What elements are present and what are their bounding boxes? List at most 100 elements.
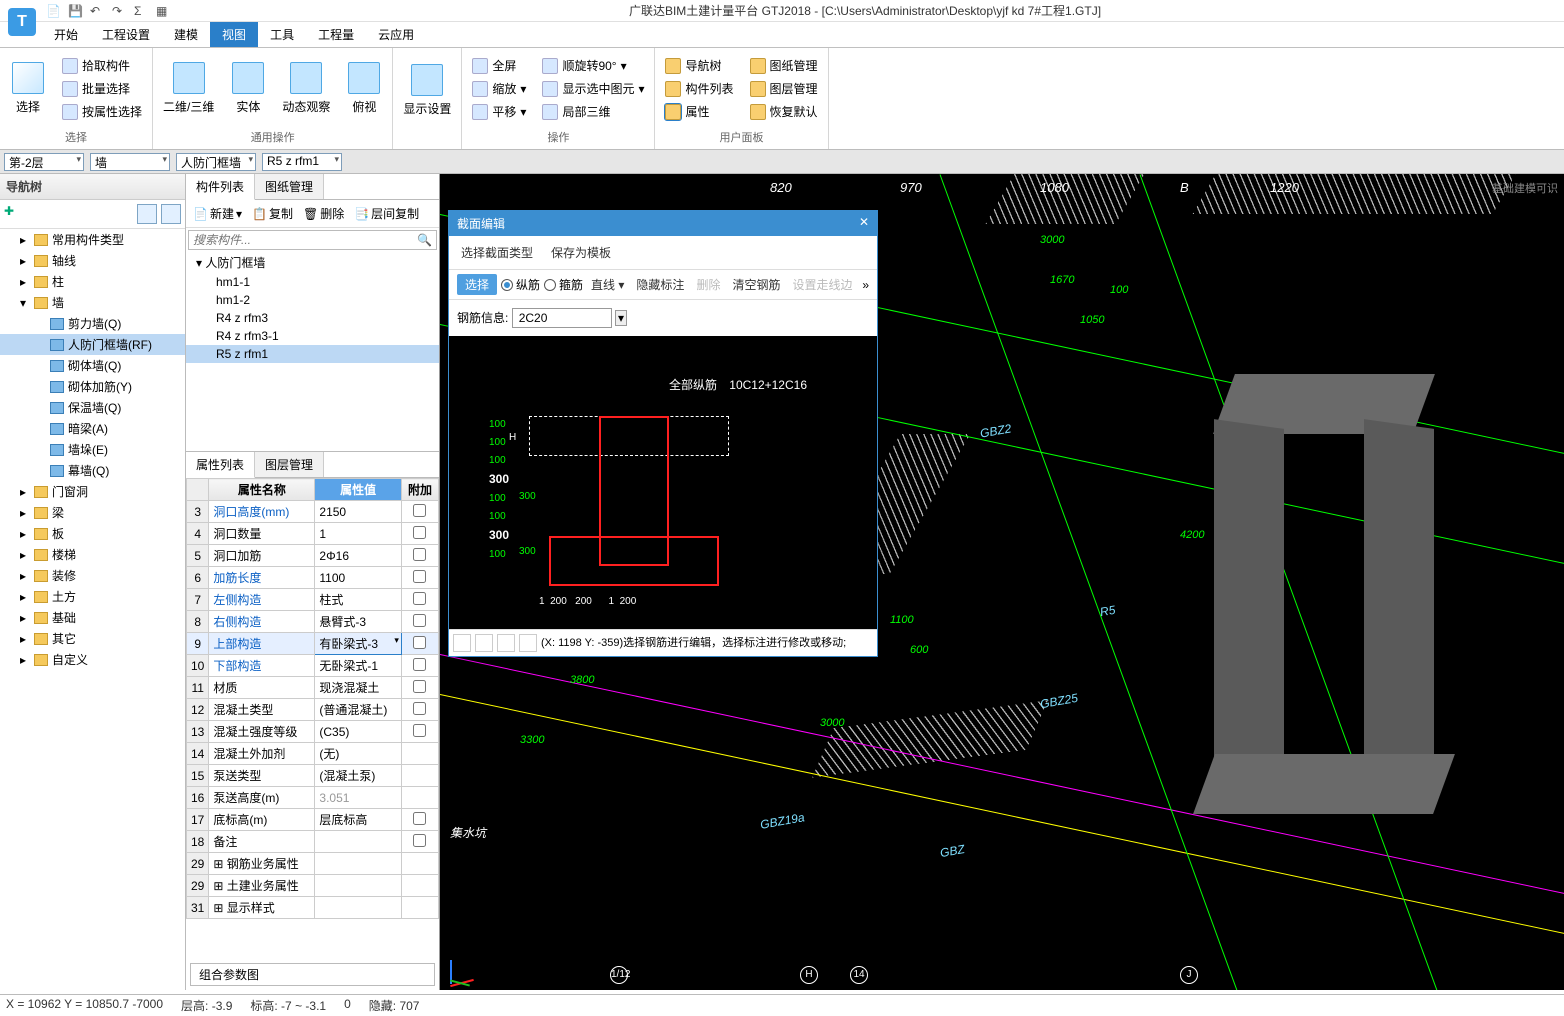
expand-icon[interactable]: ▸: [20, 254, 30, 268]
tree-row[interactable]: ▸自定义: [0, 649, 185, 670]
expand-icon[interactable]: ▸: [20, 275, 30, 289]
snap-perp-icon[interactable]: [497, 634, 515, 652]
prop-value[interactable]: 3.051: [315, 787, 402, 809]
tree-row[interactable]: 砌体墙(Q): [0, 355, 185, 376]
prop-name[interactable]: 洞口高度(mm): [209, 501, 315, 523]
prop-add-checkbox[interactable]: [413, 614, 426, 627]
prop-add-checkbox[interactable]: [413, 570, 426, 583]
qat-new-icon[interactable]: 📄: [46, 4, 60, 18]
menu-model[interactable]: 建模: [162, 22, 210, 47]
prop-add-checkbox[interactable]: [413, 702, 426, 715]
layer-copy-button[interactable]: 📑 层间复制: [350, 203, 423, 224]
save-template-button[interactable]: 保存为模板: [547, 242, 615, 263]
solid-button[interactable]: 实体: [226, 58, 270, 119]
prop-name[interactable]: 混凝土类型: [209, 699, 315, 721]
chevron-right-icon[interactable]: »: [862, 278, 869, 292]
hide-annot-button[interactable]: 隐藏标注: [632, 274, 688, 295]
prop-name[interactable]: ⊞ 显示样式: [209, 897, 315, 919]
search-input[interactable]: 🔍: [188, 230, 437, 250]
prop-name[interactable]: 洞口数量: [209, 523, 315, 545]
prop-name[interactable]: 右侧构造: [209, 611, 315, 633]
tree-row[interactable]: ▸楼梯: [0, 544, 185, 565]
prop-value[interactable]: 层底标高: [315, 809, 402, 831]
tree-row[interactable]: ▸门窗洞: [0, 481, 185, 502]
menu-quantity[interactable]: 工程量: [306, 22, 366, 47]
tab-props[interactable]: 属性列表: [186, 452, 255, 478]
prop-value[interactable]: [315, 897, 402, 919]
prop-name[interactable]: 混凝土外加剂: [209, 743, 315, 765]
prop-add-checkbox[interactable]: [413, 592, 426, 605]
tree-row[interactable]: 暗梁(A): [0, 418, 185, 439]
prop-name[interactable]: 泵送类型: [209, 765, 315, 787]
nav-view-list-icon[interactable]: [137, 204, 157, 224]
rotate90-button[interactable]: 顺旋转90° ▾: [538, 55, 648, 76]
tree-row[interactable]: ▸常用构件类型: [0, 229, 185, 250]
tree-row[interactable]: ▸其它: [0, 628, 185, 649]
list-item[interactable]: R4 z rfm3-1: [186, 327, 439, 345]
qat-sum-icon[interactable]: Σ: [134, 4, 148, 18]
copy-button[interactable]: 📋 复制: [248, 203, 297, 224]
prop-value[interactable]: (普通混凝土): [315, 699, 402, 721]
pick-element-button[interactable]: 拾取构件: [58, 55, 146, 76]
nav-view-grid-icon[interactable]: [161, 204, 181, 224]
prop-value[interactable]: 2Φ16: [315, 545, 402, 567]
clear-rebar-button[interactable]: 清空钢筋: [728, 274, 784, 295]
prop-name[interactable]: 材质: [209, 677, 315, 699]
prop-value[interactable]: 2150: [315, 501, 402, 523]
qat-redo-icon[interactable]: ↷: [112, 4, 126, 18]
layer-mgr-button[interactable]: 图层管理: [746, 78, 822, 99]
expand-icon[interactable]: ▸: [20, 233, 30, 247]
instance-combo[interactable]: R5 z rfm1: [262, 153, 342, 171]
prop-add-checkbox[interactable]: [413, 504, 426, 517]
menu-tools[interactable]: 工具: [258, 22, 306, 47]
display-settings-button[interactable]: 显示设置: [399, 60, 455, 121]
prop-value[interactable]: 现浇混凝土: [315, 677, 402, 699]
prop-value[interactable]: 1100: [315, 567, 402, 589]
list-item[interactable]: hm1-2: [186, 291, 439, 309]
prop-name[interactable]: 下部构造: [209, 655, 315, 677]
prop-name[interactable]: ⊞ 土建业务属性: [209, 875, 315, 897]
tree-row[interactable]: 幕墙(Q): [0, 460, 185, 481]
prop-name[interactable]: ⊞ 钢筋业务属性: [209, 853, 315, 875]
search-icon[interactable]: 🔍: [417, 233, 432, 247]
prop-value[interactable]: (C35): [315, 721, 402, 743]
prop-name[interactable]: 上部构造: [209, 633, 315, 655]
expand-icon[interactable]: ▸: [20, 485, 30, 499]
menu-start[interactable]: 开始: [42, 22, 90, 47]
pan-button[interactable]: 平移 ▾: [468, 101, 530, 122]
snap-mid-icon[interactable]: [475, 634, 493, 652]
restore-default-button[interactable]: 恢复默认: [746, 101, 822, 122]
prop-name[interactable]: 左侧构造: [209, 589, 315, 611]
prop-add-checkbox[interactable]: [413, 658, 426, 671]
menu-cloud[interactable]: 云应用: [366, 22, 426, 47]
prop-value[interactable]: 柱式: [315, 589, 402, 611]
local3d-button[interactable]: 局部三维: [538, 101, 648, 122]
tree-row[interactable]: ▸柱: [0, 271, 185, 292]
tree-row[interactable]: 人防门框墙(RF): [0, 334, 185, 355]
expand-icon[interactable]: ▸: [20, 548, 30, 562]
prop-name[interactable]: 泵送高度(m): [209, 787, 315, 809]
prop-add-checkbox[interactable]: [413, 548, 426, 561]
zoom-button[interactable]: 缩放 ▾: [468, 78, 530, 99]
prop-add-checkbox[interactable]: [413, 636, 426, 649]
snap-endpoint-icon[interactable]: [453, 634, 471, 652]
list-item[interactable]: R5 z rfm1: [186, 345, 439, 363]
radio-longitudinal[interactable]: 纵筋: [501, 276, 540, 293]
tree-row[interactable]: ▸轴线: [0, 250, 185, 271]
tree-row[interactable]: ▸装修: [0, 565, 185, 586]
col-name[interactable]: 属性名称: [209, 479, 315, 501]
menu-view[interactable]: 视图: [210, 22, 258, 47]
prop-value[interactable]: (无): [315, 743, 402, 765]
delete-button[interactable]: 🗑 删除: [299, 203, 348, 224]
prop-name[interactable]: 洞口加筋: [209, 545, 315, 567]
prop-value[interactable]: [315, 831, 402, 853]
close-icon[interactable]: ✕: [859, 215, 869, 232]
expand-icon[interactable]: ▸: [20, 611, 30, 625]
expand-icon[interactable]: ▸: [20, 569, 30, 583]
add-icon[interactable]: ✚: [4, 204, 14, 224]
radio-stirrup[interactable]: 箍筋: [544, 276, 583, 293]
tree-row[interactable]: 砌体加筋(Y): [0, 376, 185, 397]
prop-value[interactable]: 悬臂式-3: [315, 611, 402, 633]
navtree-button[interactable]: 导航树: [661, 55, 737, 76]
tree-row[interactable]: ▸基础: [0, 607, 185, 628]
